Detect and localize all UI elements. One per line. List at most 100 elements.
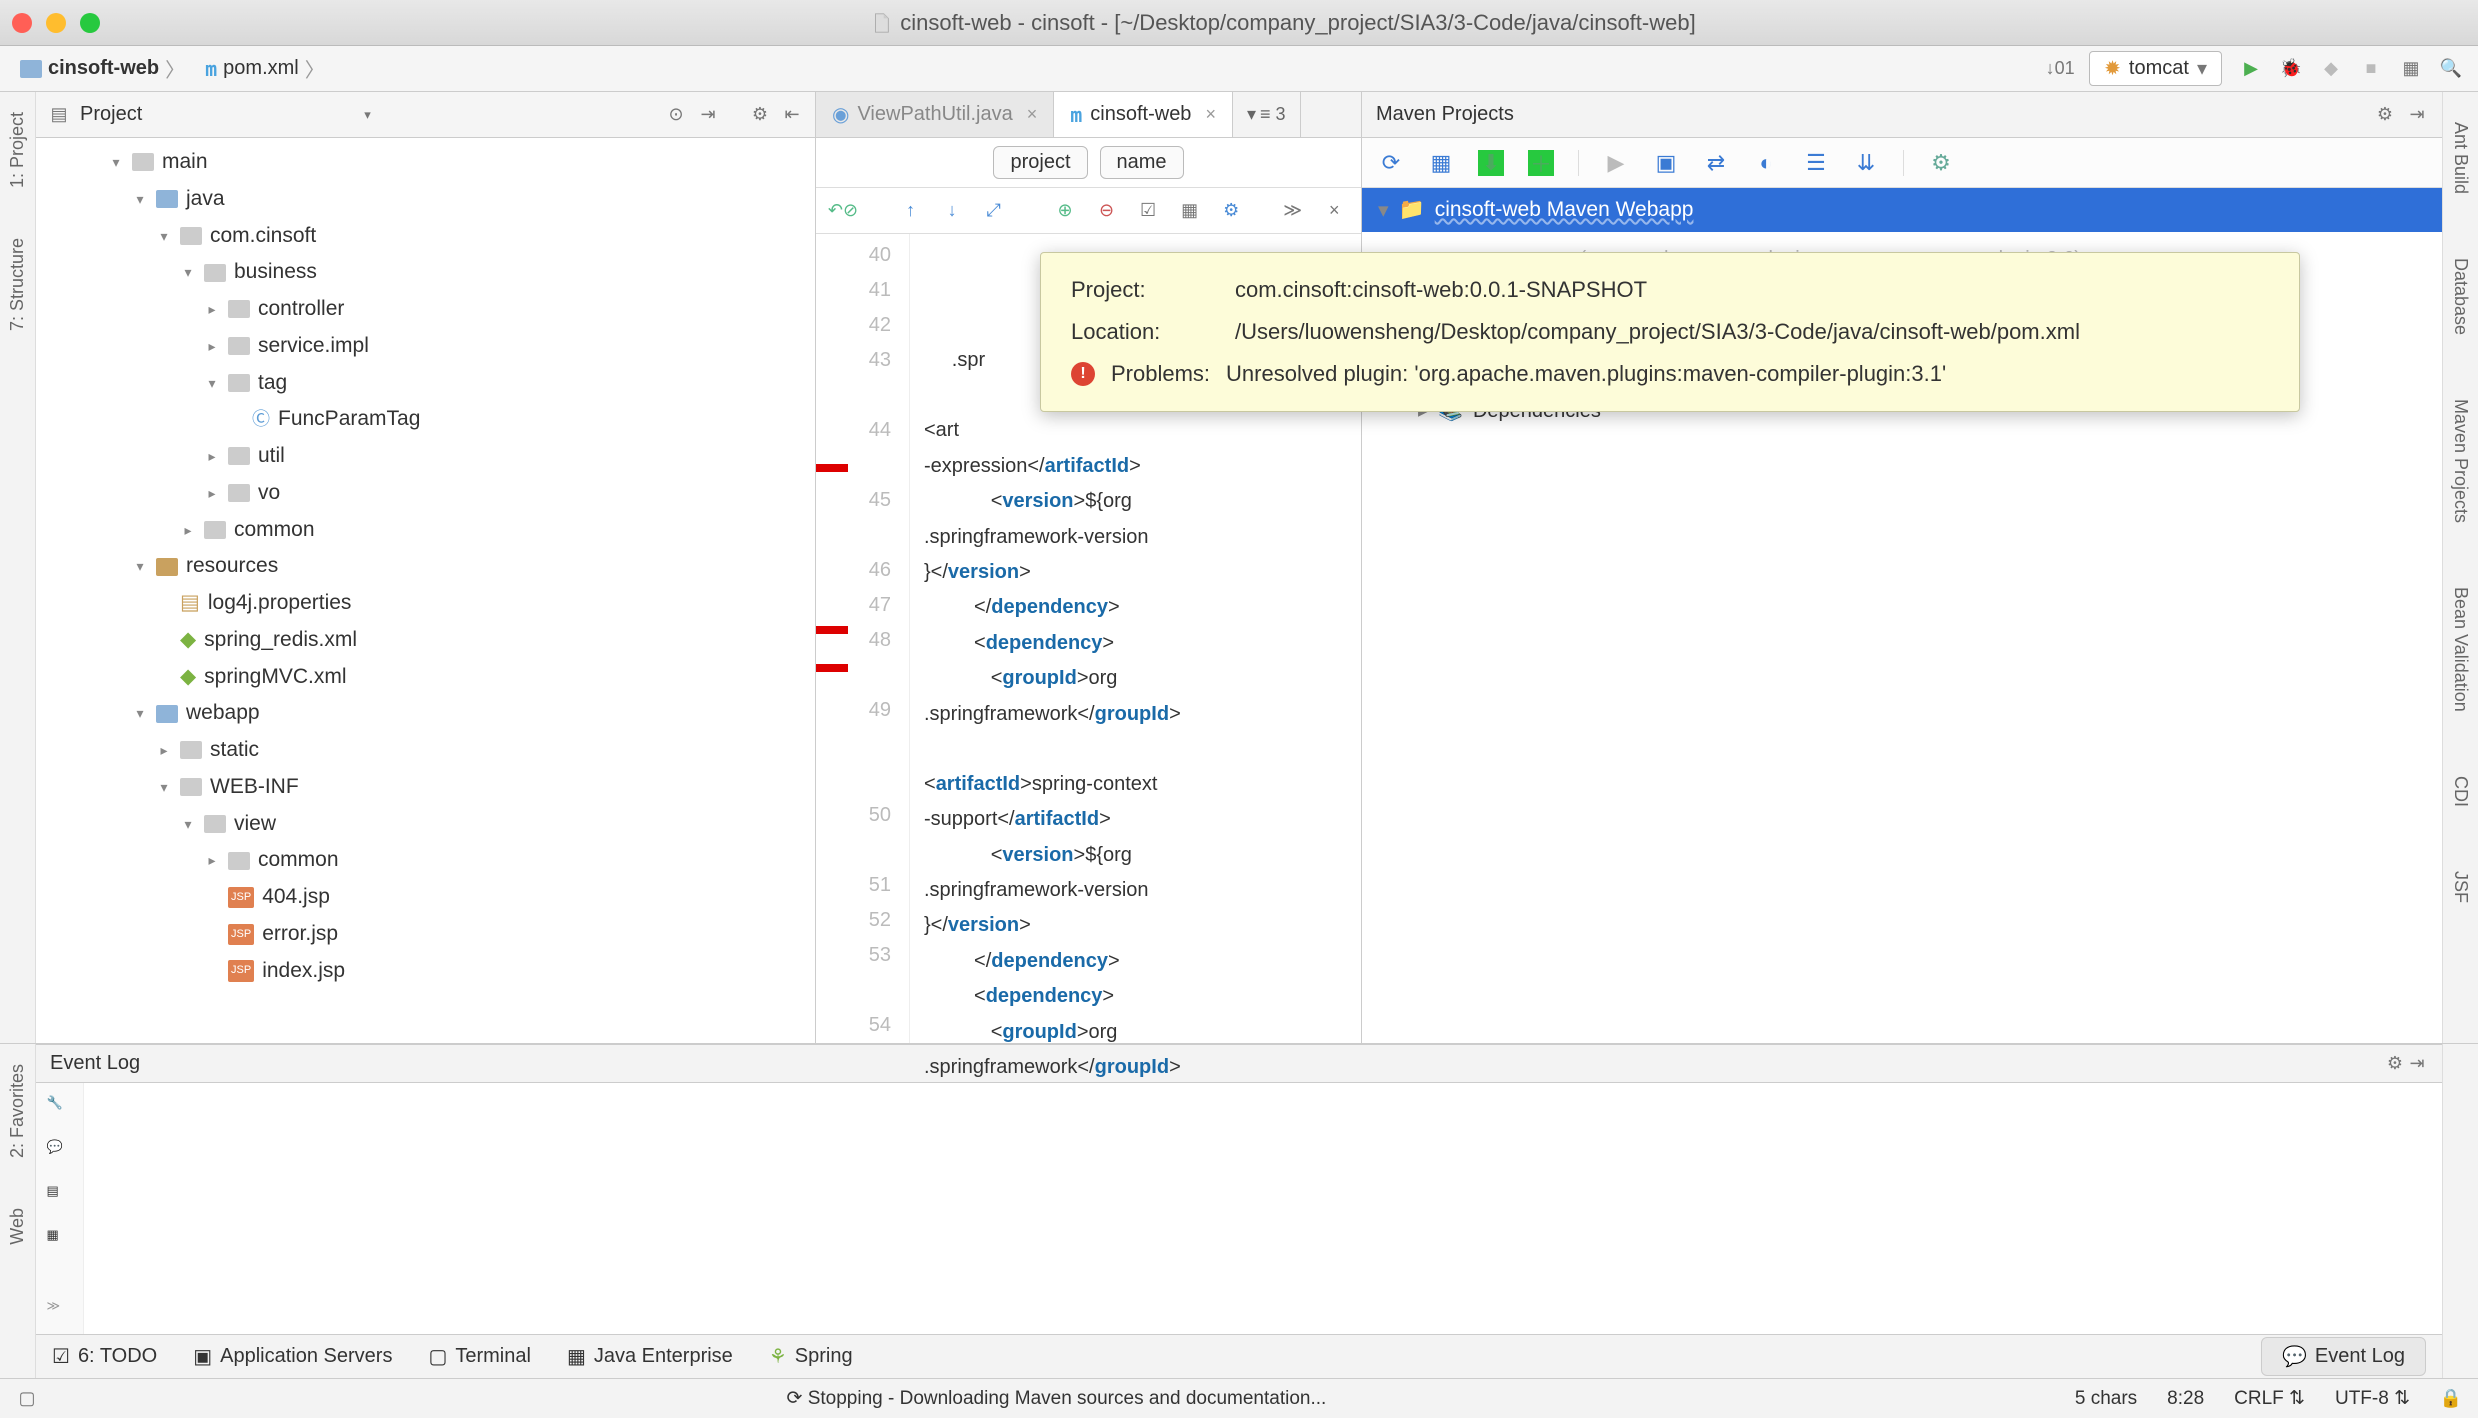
project-view-combo[interactable] [364, 107, 371, 123]
hide-icon[interactable]: ⇥ [2406, 104, 2428, 126]
tree-node[interactable]: ◆spring_redis.xml [36, 622, 815, 659]
gear-icon[interactable]: ⚙ [2374, 104, 2396, 126]
hide-icon[interactable]: ⇥ [2406, 1053, 2428, 1075]
close-find-icon[interactable]: × [1323, 200, 1345, 222]
tree-node[interactable]: ▾business [36, 254, 815, 291]
coverage-button[interactable]: ◆ [2320, 58, 2342, 80]
tree-node[interactable]: ▸common [36, 842, 815, 879]
tree-node[interactable]: JSPerror.jsp [36, 916, 815, 953]
add-icon[interactable]: ＋ [1528, 150, 1554, 176]
locate-icon[interactable]: ⊙ [665, 104, 687, 126]
download-icon[interactable]: ⬇ [1478, 150, 1504, 176]
right-rail-tab[interactable]: JSF [2450, 861, 2471, 913]
tree-node[interactable]: ▸vo [36, 475, 815, 512]
pill-project[interactable]: project [993, 146, 1087, 179]
more-icon[interactable]: ≫ [47, 1298, 73, 1324]
balloon-icon[interactable]: 💬 [47, 1139, 73, 1165]
settings-icon[interactable]: ⚙ [1220, 200, 1242, 222]
search-icon[interactable]: 🔍 [2440, 58, 2462, 80]
generate-icon[interactable]: ▦ [1428, 150, 1454, 176]
javaee-tab[interactable]: ▦ Java Enterprise [567, 1344, 733, 1369]
collapse-icon[interactable]: ⇊ [1853, 150, 1879, 176]
update-icon[interactable]: ↓01 [2049, 58, 2071, 80]
zoom-window[interactable] [80, 13, 100, 33]
filter-icon[interactable]: ▦ [1179, 200, 1201, 222]
tree-node[interactable]: JSPindex.jsp [36, 953, 815, 990]
down-icon[interactable]: ↓ [941, 200, 963, 222]
right-rail-tab[interactable]: Ant Build [2450, 112, 2471, 204]
reimport-icon[interactable]: ⟳ [1378, 150, 1404, 176]
layout-icon[interactable]: ▦ [2400, 58, 2422, 80]
find-all-icon[interactable]: ⤢ [983, 200, 1005, 222]
run-config-combo[interactable]: ✹tomcat [2089, 51, 2222, 86]
up-icon[interactable]: ↑ [900, 200, 922, 222]
appservers-tab[interactable]: ▣ Application Servers [193, 1344, 392, 1369]
event-log-button[interactable]: 💬 Event Log [2261, 1337, 2426, 1376]
exec-icon[interactable]: ▣ [1653, 150, 1679, 176]
toggle-icon[interactable]: ⇄ [1703, 150, 1729, 176]
settings-icon[interactable]: ⚙ [1928, 150, 1954, 176]
back-icon[interactable]: ↶⊘ [832, 200, 854, 222]
status-enc[interactable]: UTF-8 ⇅ [2335, 1387, 2410, 1410]
web-tab[interactable]: Web [7, 1198, 28, 1255]
todo-tab[interactable]: ☑ 6: TODO [52, 1344, 157, 1369]
list-icon[interactable]: ▤ [47, 1183, 73, 1209]
add-match-icon[interactable]: ⊕ [1054, 200, 1076, 222]
project-view-icon[interactable]: ▤ [48, 104, 70, 126]
project-tree[interactable]: ▾main▾java▾com.cinsoft▾business▸controll… [36, 138, 815, 1043]
status-icon[interactable]: ▢ [16, 1388, 38, 1410]
run-button[interactable]: ▶ [2240, 58, 2262, 80]
show-icon[interactable]: ☰ [1803, 150, 1829, 176]
select-icon[interactable]: ☑ [1137, 200, 1159, 222]
tree-node[interactable]: ▾main [36, 144, 815, 181]
structure-badge[interactable]: ▾≡ 3 [1233, 92, 1301, 137]
tree-node[interactable]: ⒸFuncParamTag [36, 401, 815, 438]
structure-tool-tab[interactable]: 7: Structure [7, 228, 28, 341]
tree-node[interactable]: ▾view [36, 806, 815, 843]
gear-icon[interactable]: ⚙ [749, 104, 771, 126]
close-icon[interactable]: × [1027, 104, 1038, 125]
gear-icon[interactable]: ⚙ [2384, 1053, 2406, 1075]
pill-name[interactable]: name [1100, 146, 1184, 179]
right-rail-tab[interactable]: Bean Validation [2450, 577, 2471, 722]
tree-node[interactable]: ▾java [36, 181, 815, 218]
tree-node[interactable]: ▾WEB-INF [36, 769, 815, 806]
close-icon[interactable]: × [1205, 104, 1216, 125]
tree-node[interactable]: ▾com.cinsoft [36, 218, 815, 255]
remove-match-icon[interactable]: ⊖ [1096, 200, 1118, 222]
stop-button[interactable]: ■ [2360, 58, 2382, 80]
tree-node[interactable]: ▸common [36, 512, 815, 549]
right-rail-tab[interactable]: Maven Projects [2450, 389, 2471, 533]
tool-icon[interactable]: 🔧 [47, 1095, 73, 1121]
right-rail-tab[interactable]: Database [2450, 248, 2471, 345]
collapse-icon[interactable]: ⇥ [697, 104, 719, 126]
tree-node[interactable]: ▸controller [36, 291, 815, 328]
favorites-tab[interactable]: 2: Favorites [7, 1054, 28, 1168]
tree-node[interactable]: JSP404.jsp [36, 879, 815, 916]
right-rail-tab[interactable]: CDI [2450, 766, 2471, 817]
tree-node[interactable]: ▾tag [36, 365, 815, 402]
inspect-icon[interactable]: 🔒 [2440, 1388, 2462, 1410]
debug-button[interactable]: 🐞 [2280, 58, 2302, 80]
tree-node[interactable]: ▸service.impl [36, 328, 815, 365]
tree-node[interactable]: ▾resources [36, 548, 815, 585]
tree-node[interactable]: ▸util [36, 438, 815, 475]
tab-viewpathutil[interactable]: ◉ViewPathUtil.java× [816, 92, 1054, 137]
tree-node[interactable]: ▾webapp [36, 695, 815, 732]
project-tool-tab[interactable]: 1: Project [7, 102, 28, 198]
grid-icon[interactable]: ▦ [47, 1227, 73, 1253]
tab-cinsoft-web[interactable]: mcinsoft-web× [1054, 92, 1233, 137]
breadcrumb[interactable]: cinsoft-web〉 mpom.xml〉 [0, 46, 345, 91]
spring-tab[interactable]: ⚘ Spring [769, 1344, 853, 1369]
minimize-window[interactable] [46, 13, 66, 33]
more-icon[interactable]: ≫ [1282, 200, 1304, 222]
maven-root[interactable]: 📁 cinsoft-web Maven Webapp [1362, 188, 2442, 232]
tree-node[interactable]: ▤log4j.properties [36, 585, 815, 622]
hide-icon[interactable]: ⇤ [781, 104, 803, 126]
run-icon[interactable]: ▶ [1603, 150, 1629, 176]
tree-node[interactable]: ▸static [36, 732, 815, 769]
skip-icon[interactable]: ◐ [1753, 150, 1779, 176]
terminal-tab[interactable]: ▢ Terminal [428, 1344, 530, 1369]
status-le[interactable]: CRLF ⇅ [2234, 1387, 2305, 1410]
close-window[interactable] [12, 13, 32, 33]
